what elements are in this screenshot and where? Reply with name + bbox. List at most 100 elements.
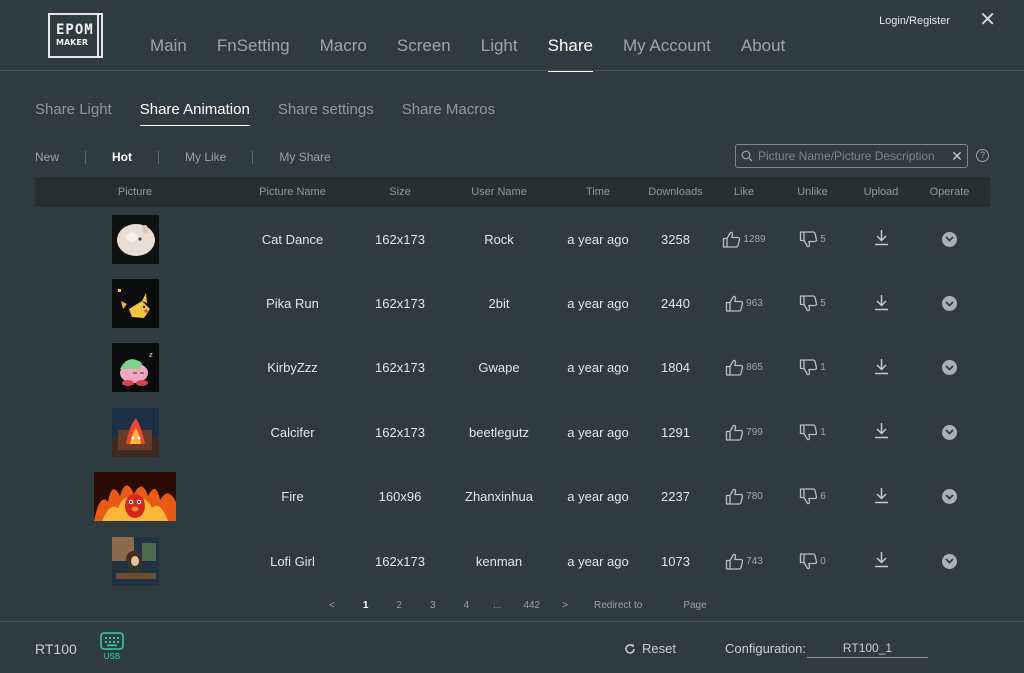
column-header-downloads: Downloads <box>648 186 703 198</box>
reset-label: Reset <box>642 641 676 656</box>
nav-tab-light[interactable]: Light <box>481 36 518 72</box>
subtab-share-macros[interactable]: Share Macros <box>402 101 495 126</box>
operate-cell <box>922 489 977 505</box>
svg-text:z: z <box>149 351 153 359</box>
upload-cell <box>840 294 922 314</box>
prev-page-button[interactable]: < <box>329 600 335 611</box>
page-2[interactable]: 2 <box>396 600 402 611</box>
animation-thumbnail[interactable] <box>111 214 159 264</box>
close-icon[interactable]: ✕ <box>979 10 996 30</box>
download-icon[interactable] <box>874 551 889 571</box>
epomaker-logo: EPOM MAKER <box>48 13 103 58</box>
picture-name: Cat Dance <box>261 231 324 247</box>
table-row: Fire 160x96 Zhanxinhua a year ago 2237 780 6 <box>35 465 990 529</box>
unlike-count: 1 <box>820 362 826 374</box>
download-icon[interactable] <box>874 294 889 314</box>
nav-tab-my-account[interactable]: My Account <box>623 36 711 72</box>
subtab-share-settings[interactable]: Share settings <box>278 101 374 126</box>
reset-button[interactable]: Reset <box>624 641 676 656</box>
unlike-count: 5 <box>820 233 826 245</box>
download-icon[interactable] <box>874 229 889 249</box>
unlike-button[interactable]: 0 <box>799 552 826 570</box>
table-row: Lofi Girl 162x173 kenman a year ago 1073 743 0 <box>35 529 990 593</box>
like-button[interactable]: 743 <box>725 553 763 570</box>
table-row: Calcifer 162x173 beetlegutz a year ago 1291 7… <box>35 400 990 464</box>
thumbs-down-icon <box>799 295 818 312</box>
nav-tab-share[interactable]: Share <box>547 36 594 72</box>
filter-new[interactable]: New <box>35 150 59 164</box>
picture-name: KirbyZzz <box>267 360 318 376</box>
page-4[interactable]: 4 <box>464 600 470 611</box>
unlike-count: 0 <box>820 555 826 567</box>
nav-tab-about[interactable]: About <box>741 36 785 72</box>
like-button[interactable]: 799 <box>725 424 763 441</box>
chevron-down-icon[interactable] <box>942 296 957 312</box>
table-header: Picture Picture Name Size User Name Time Down… <box>35 177 990 207</box>
animation-thumbnail[interactable] <box>111 279 159 329</box>
thumbs-up-icon <box>722 231 741 248</box>
download-count: 1804 <box>661 360 690 376</box>
subtab-share-animation[interactable]: Share Animation <box>139 101 250 126</box>
filter-divider <box>252 150 254 164</box>
user-name: 2bit <box>488 296 510 312</box>
download-icon[interactable] <box>874 422 889 442</box>
user-name: Rock <box>484 231 514 247</box>
thumbs-down-icon <box>799 231 818 248</box>
column-header-user-name: User Name <box>471 186 527 198</box>
thumbs-up-icon <box>725 424 744 441</box>
unlike-count: 5 <box>820 298 826 310</box>
unlike-button[interactable]: 6 <box>799 488 826 505</box>
operate-cell <box>922 360 977 376</box>
chevron-down-icon[interactable] <box>942 553 957 569</box>
login-register-link[interactable]: Login/Register <box>879 15 950 27</box>
animation-thumbnail[interactable] <box>94 472 176 522</box>
filter-hot[interactable]: Hot <box>112 150 132 164</box>
download-icon[interactable] <box>874 358 889 378</box>
unlike-button[interactable]: 5 <box>799 231 826 248</box>
nav-tab-main[interactable]: Main <box>150 36 187 72</box>
filter-my-like[interactable]: My Like <box>185 150 226 164</box>
page-1[interactable]: 1 <box>363 600 369 611</box>
like-button[interactable]: 865 <box>725 359 763 377</box>
unlike-button[interactable]: 1 <box>799 424 826 441</box>
like-button[interactable]: 1289 <box>722 231 766 248</box>
page-3[interactable]: 3 <box>430 600 436 611</box>
chevron-down-icon[interactable] <box>942 424 957 440</box>
thumbs-down-icon <box>799 359 818 376</box>
like-cell: 743 <box>703 553 785 570</box>
like-button[interactable]: 963 <box>725 295 763 312</box>
pagination: <1 2 3 4... 442 > Redirect to Page <box>329 600 707 611</box>
animation-thumbnail[interactable]: z <box>111 343 159 393</box>
footer-divider <box>0 621 1024 622</box>
unlike-cell: 5 <box>785 295 840 312</box>
unlike-button[interactable]: 1 <box>799 359 826 376</box>
chevron-down-icon[interactable] <box>942 360 957 376</box>
picture-name: Lofi Girl <box>270 553 315 569</box>
next-page-button[interactable]: > <box>562 600 568 611</box>
animation-thumbnail[interactable] <box>111 407 159 457</box>
download-icon[interactable] <box>874 487 889 507</box>
unlike-button[interactable]: 5 <box>799 295 826 312</box>
nav-tab-macro[interactable]: Macro <box>320 36 367 72</box>
usb-connection: USB <box>100 632 124 661</box>
download-count: 1073 <box>661 553 690 569</box>
device-name: RT100 <box>35 641 77 657</box>
filter-my-share[interactable]: My Share <box>279 150 330 164</box>
chevron-down-icon[interactable] <box>942 489 957 505</box>
like-button[interactable]: 780 <box>725 488 763 505</box>
nav-tab-fnsetting[interactable]: FnSetting <box>217 36 290 72</box>
nav-tab-screen[interactable]: Screen <box>397 36 451 72</box>
animation-thumbnail[interactable] <box>111 536 159 586</box>
picture-name: Calcifer <box>270 424 315 440</box>
chevron-down-icon[interactable] <box>942 231 957 247</box>
configuration-select[interactable]: RT100_1 <box>807 641 928 658</box>
clear-search-icon[interactable]: ✕ <box>947 148 967 165</box>
page-442[interactable]: 442 <box>523 600 540 611</box>
search-input[interactable] <box>758 149 947 163</box>
upload-cell <box>840 422 922 442</box>
upload-cell <box>840 358 922 378</box>
user-name: Zhanxinhua <box>465 489 533 505</box>
subtab-share-light[interactable]: Share Light <box>35 101 112 126</box>
thumbs-up-icon <box>725 488 744 505</box>
help-icon[interactable]: ? <box>976 149 989 162</box>
